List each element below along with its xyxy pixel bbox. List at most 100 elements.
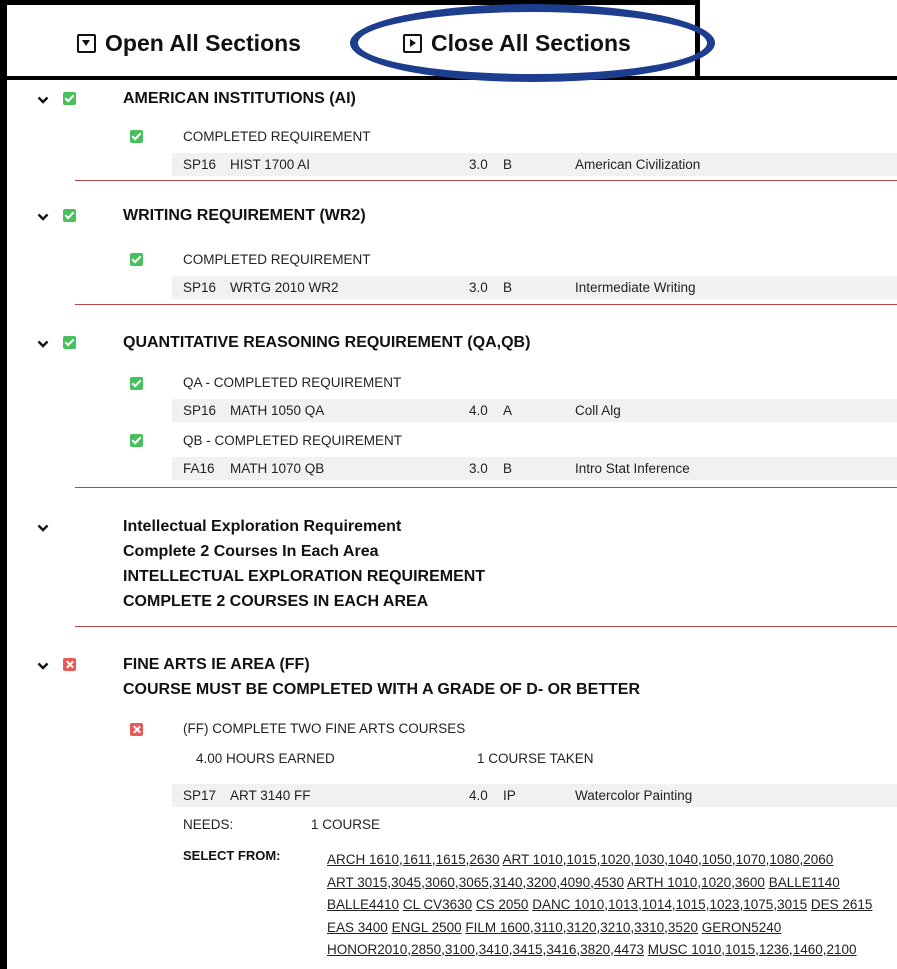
course-option-link[interactable]: 2060 <box>803 852 833 867</box>
section-title-ff: FINE ARTS IE AREA (FF) <box>123 656 310 673</box>
section-divider <box>75 487 897 488</box>
course-option-link[interactable]: CL CV3630 <box>403 897 472 912</box>
requirement-label: QA - COMPLETED REQUIREMENT <box>183 375 402 390</box>
requirement-label: QB - COMPLETED REQUIREMENT <box>183 433 403 448</box>
course-option-link[interactable]: 3065 <box>459 875 489 890</box>
course-credits: 4.0 <box>469 788 488 803</box>
course-option-link[interactable]: 1015 <box>676 897 706 912</box>
course-option-link[interactable]: MUSC 1010 <box>648 942 722 957</box>
course-option-link[interactable]: 3200 <box>526 875 556 890</box>
course-option-link[interactable]: 3210 <box>600 920 630 935</box>
incomplete-x-icon <box>63 658 76 671</box>
course-option-link[interactable]: 1023 <box>709 897 739 912</box>
course-option-link[interactable]: ART 3015 <box>327 875 387 890</box>
course-title: Intermediate Writing <box>575 280 696 295</box>
course-option-link[interactable]: DANC 1010 <box>532 897 604 912</box>
course-option-link[interactable]: 3415 <box>513 942 543 957</box>
course-option-link[interactable]: HONOR2010 <box>327 942 407 957</box>
course-credits: 3.0 <box>469 280 488 295</box>
course-option-link[interactable]: 3110 <box>534 920 563 935</box>
course-option-link[interactable]: 3045 <box>391 875 421 890</box>
course-option-link[interactable]: 1050 <box>702 852 732 867</box>
course-option-link[interactable]: ARCH 1610 <box>327 852 399 867</box>
course-option-link[interactable]: 1070 <box>736 852 766 867</box>
course-term: SP16 <box>183 403 217 418</box>
course-grade: B <box>503 280 513 295</box>
course-row: SP17 ART 3140 FF 4.0 IP Watercolor Paint… <box>172 784 897 807</box>
course-option-link[interactable]: 2100 <box>827 942 857 957</box>
course-option-link[interactable]: 4473 <box>614 942 644 957</box>
course-option-link[interactable]: 1015 <box>725 942 755 957</box>
course-code: ART 3140 FF <box>230 788 311 803</box>
course-option-link[interactable]: 1080 <box>769 852 799 867</box>
course-option-link[interactable]: 3410 <box>479 942 509 957</box>
section-subtitle: Complete 2 Courses In Each Area <box>123 543 379 560</box>
course-term: SP16 <box>183 280 217 295</box>
section-title-ai: AMERICAN INSTITUTIONS (AI) <box>123 90 356 107</box>
course-option-link[interactable]: 3820 <box>580 942 610 957</box>
course-option-link[interactable]: 1014 <box>642 897 672 912</box>
course-option-link[interactable]: 3416 <box>546 942 576 957</box>
course-option-link[interactable]: DES 2615 <box>811 897 873 912</box>
course-option-link[interactable]: 3600 <box>735 875 765 890</box>
course-option-link[interactable]: 3140 <box>493 875 523 890</box>
course-option-link[interactable]: ART 1010 <box>502 852 562 867</box>
section-subtitle: INTELLECTUAL EXPLORATION REQUIREMENT <box>123 568 486 585</box>
course-option-link[interactable]: 3120 <box>566 920 596 935</box>
course-credits: 3.0 <box>469 157 488 172</box>
course-code: MATH 1050 QA <box>230 403 325 418</box>
course-option-link[interactable]: 3310 <box>634 920 664 935</box>
course-option-link[interactable]: 1020 <box>600 852 630 867</box>
course-option-link[interactable]: 1013 <box>608 897 638 912</box>
frame-left-border <box>0 0 7 969</box>
chevron-down-icon[interactable] <box>37 338 49 350</box>
course-option-link[interactable]: 1075 <box>743 897 773 912</box>
needs-label: NEEDS: <box>183 817 234 832</box>
chevron-down-icon[interactable] <box>37 94 49 106</box>
course-option-link[interactable]: 1030 <box>634 852 664 867</box>
course-option-link[interactable]: CS 2050 <box>476 897 529 912</box>
course-option-link[interactable]: 1615 <box>436 852 466 867</box>
open-all-sections-label: Open All Sections <box>105 30 301 56</box>
course-option-link[interactable]: 3100 <box>445 942 475 957</box>
course-option-link[interactable]: EAS 3400 <box>327 920 388 935</box>
course-option-link[interactable]: BALLE4410 <box>327 897 399 912</box>
course-row: SP16 HIST 1700 AI 3.0 B American Civiliz… <box>172 153 897 176</box>
section-divider <box>75 304 897 305</box>
section-subtitle: COURSE MUST BE COMPLETED WITH A GRADE OF… <box>123 681 641 698</box>
expand-box-icon <box>77 34 96 53</box>
course-option-link[interactable]: ARTH 1010 <box>627 875 697 890</box>
course-option-link[interactable]: 2850 <box>411 942 441 957</box>
course-option-link[interactable]: 2630 <box>469 852 499 867</box>
chevron-down-icon[interactable] <box>37 522 49 534</box>
course-option-link[interactable]: GERON5240 <box>702 920 782 935</box>
course-option-link[interactable]: 3060 <box>425 875 455 890</box>
course-option-link[interactable]: 1020 <box>701 875 731 890</box>
chevron-down-icon[interactable] <box>37 660 49 672</box>
course-term: FA16 <box>183 461 215 476</box>
course-option-link[interactable]: 3520 <box>668 920 698 935</box>
chevron-down-icon[interactable] <box>37 211 49 223</box>
course-option-link[interactable]: 1611 <box>403 852 432 867</box>
course-option-link[interactable]: 1236 <box>759 942 789 957</box>
course-code: WRTG 2010 WR2 <box>230 280 339 295</box>
select-from-label: SELECT FROM: <box>183 848 281 863</box>
course-grade: B <box>503 461 513 476</box>
course-grade: A <box>503 403 513 418</box>
complete-check-icon <box>63 336 76 349</box>
course-option-link[interactable]: 3015 <box>777 897 807 912</box>
course-option-link[interactable]: 4090 <box>560 875 590 890</box>
course-credits: 4.0 <box>469 403 488 418</box>
open-all-sections-button[interactable]: Open All Sections <box>77 30 301 57</box>
course-option-link[interactable]: 4530 <box>594 875 624 890</box>
course-option-link[interactable]: FILM 1600 <box>465 920 530 935</box>
course-row: SP16 WRTG 2010 WR2 3.0 B Intermediate Wr… <box>172 276 897 299</box>
section-title-ie: Intellectual Exploration Requirement <box>123 518 402 535</box>
course-option-link[interactable]: 1040 <box>668 852 698 867</box>
course-option-link[interactable]: BALLE1140 <box>769 875 840 890</box>
course-option-link[interactable]: 1015 <box>567 852 597 867</box>
hours-earned: 4.00 HOURS EARNED <box>196 751 335 766</box>
course-option-link[interactable]: ENGL 2500 <box>392 920 462 935</box>
course-option-link[interactable]: 1460 <box>793 942 823 957</box>
incomplete-x-icon <box>130 723 143 736</box>
